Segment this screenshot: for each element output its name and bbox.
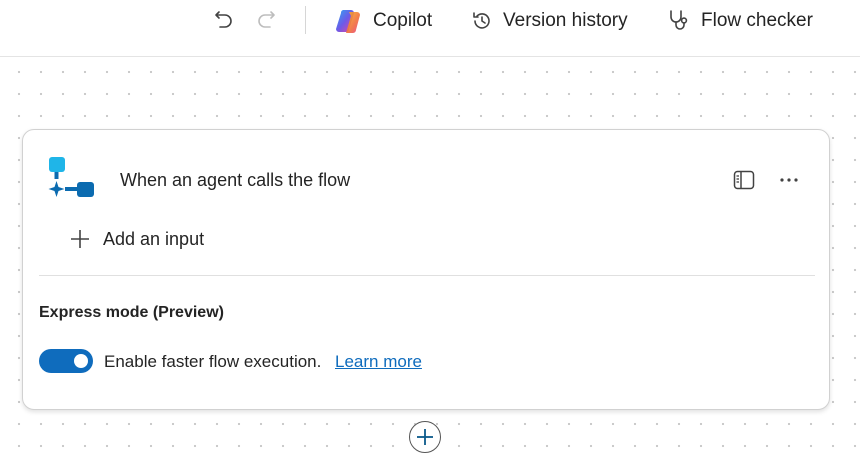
version-history-button[interactable]: Version history xyxy=(471,6,628,36)
add-step-button[interactable] xyxy=(409,421,441,453)
side-panel-icon[interactable] xyxy=(732,168,756,197)
express-mode-description: Enable faster flow execution. xyxy=(104,352,322,371)
card-divider xyxy=(39,275,815,276)
toggle-knob xyxy=(74,354,88,368)
copilot-button[interactable]: Copilot xyxy=(335,6,432,36)
flow-checker-label: Flow checker xyxy=(701,10,813,31)
plus-icon xyxy=(417,429,433,445)
agent-trigger-icon xyxy=(48,157,94,197)
copilot-icon xyxy=(336,10,360,33)
learn-more-link[interactable]: Learn more xyxy=(335,352,422,372)
flow-checker-button[interactable]: Flow checker xyxy=(667,6,813,36)
express-mode-label: Express mode (Preview) xyxy=(39,304,224,321)
undo-icon[interactable] xyxy=(211,8,237,34)
trigger-title: When an agent calls the flow xyxy=(120,170,351,190)
toolbar-divider xyxy=(305,6,306,34)
plus-icon xyxy=(71,230,89,248)
history-icon xyxy=(473,12,490,29)
version-history-label: Version history xyxy=(503,10,628,31)
add-input-label: Add an input xyxy=(103,228,205,249)
trigger-card[interactable]: When an agent calls the flow Add an inpu… xyxy=(22,129,830,410)
add-input-button[interactable]: Add an input xyxy=(69,227,204,251)
redo-icon[interactable] xyxy=(253,8,279,34)
more-options-icon[interactable] xyxy=(777,168,801,197)
stethoscope-icon xyxy=(670,10,688,30)
express-mode-toggle[interactable] xyxy=(39,349,93,373)
top-toolbar: Copilot Version history Flow checker xyxy=(0,0,860,57)
copilot-label: Copilot xyxy=(373,10,433,31)
